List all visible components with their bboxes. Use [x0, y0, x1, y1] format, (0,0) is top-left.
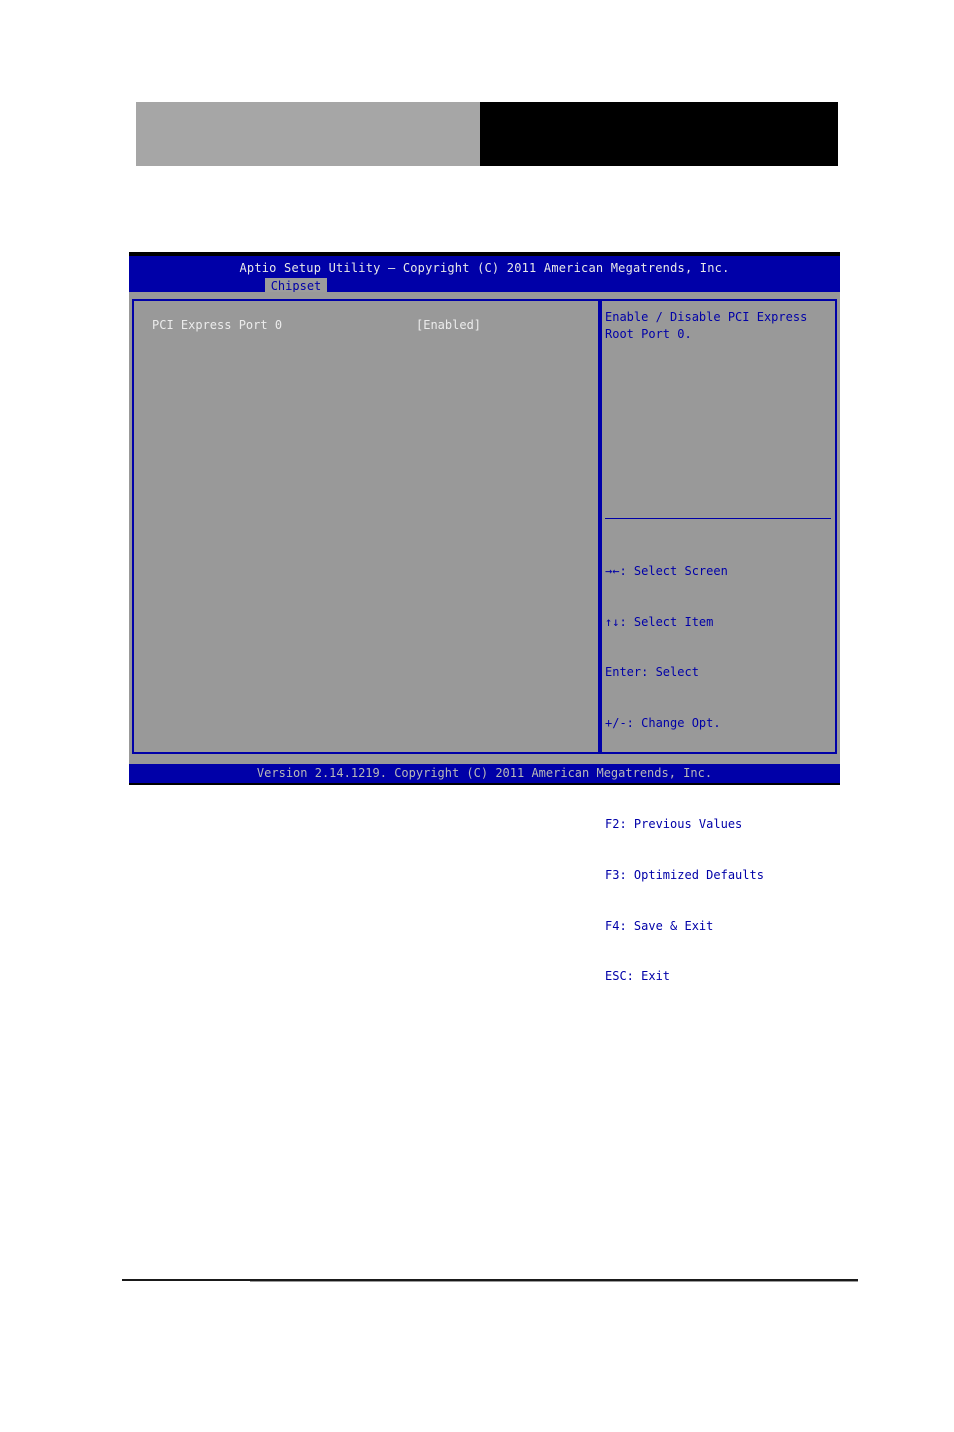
help-text: Enable / Disable PCI Express Root Port 0…: [605, 310, 808, 341]
key-select-screen: →←: Select Screen: [605, 563, 728, 578]
header-banner-right: [480, 102, 838, 166]
key-change-opt: +/-: Change Opt.: [605, 715, 721, 730]
bios-title: Aptio Setup Utility – Copyright (C) 2011…: [239, 261, 730, 275]
footer-rule-shadow: [250, 1281, 858, 1282]
bios-status-bar: Version 2.14.1219. Copyright (C) 2011 Am…: [129, 764, 840, 783]
help-panel: Enable / Disable PCI Express Root Port 0…: [600, 299, 837, 983]
bios-version: Version 2.14.1219. Copyright (C) 2011 Am…: [256, 766, 713, 780]
setting-value[interactable]: [Enabled]: [416, 318, 481, 332]
key-previous-values: F2: Previous Values: [605, 817, 743, 832]
key-save-exit: F4: Save & Exit: [605, 918, 714, 933]
key-enter-select: Enter: Select: [605, 665, 699, 680]
setting-label: PCI Express Port 0: [152, 318, 283, 332]
header-banner-left: [136, 102, 480, 166]
bios-body: PCI Express Port 0 [Enabled] Enable / Di…: [129, 292, 840, 983]
help-divider: [605, 518, 831, 519]
bios-setup-screenshot: Aptio Setup Utility – Copyright (C) 2011…: [129, 252, 840, 983]
bios-title-bar: Aptio Setup Utility – Copyright (C) 2011…: [129, 256, 840, 294]
key-esc-exit: ESC: Exit: [605, 969, 671, 984]
settings-panel: PCI Express Port 0 [Enabled]: [132, 299, 600, 754]
key-select-item: ↑↓: Select Item: [605, 614, 714, 629]
key-optimized-defaults: F3: Optimized Defaults: [605, 868, 764, 883]
